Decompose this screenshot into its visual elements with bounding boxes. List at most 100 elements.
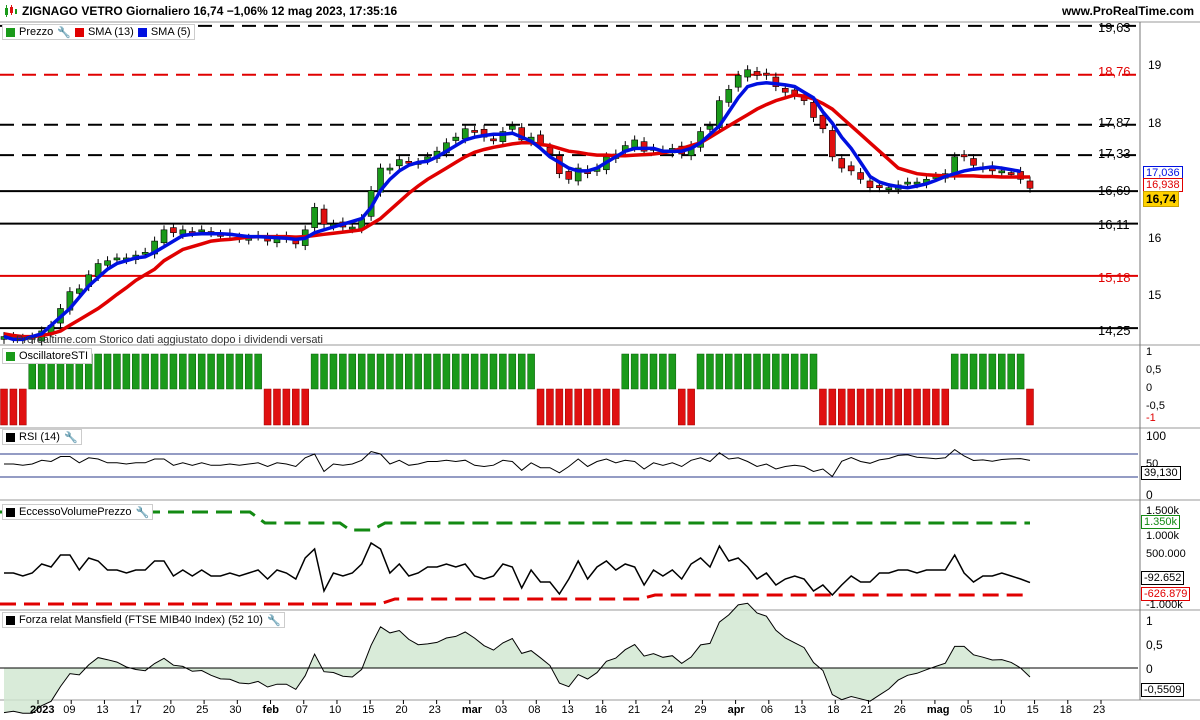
rsi-tick: 0 xyxy=(1146,488,1153,502)
candle-body xyxy=(998,170,1006,174)
legend-rsi: RSI (14) xyxy=(19,431,60,443)
sti-bar xyxy=(621,353,629,390)
sti-bar xyxy=(706,353,714,390)
candle-body xyxy=(471,130,478,133)
price-legend[interactable]: Prezzo 🔧 SMA (13) SMA (5) xyxy=(2,24,195,40)
sti-bar xyxy=(809,353,818,390)
sti-bar xyxy=(508,353,517,390)
legend-vol: EccessoVolumePrezzo xyxy=(19,506,132,518)
axis-tick: 15 xyxy=(1148,288,1162,302)
x-axis-label: 25 xyxy=(196,704,209,716)
sti-bar xyxy=(602,388,611,426)
sti-tick: 1 xyxy=(1146,346,1153,358)
sti-bar xyxy=(150,353,159,390)
x-axis-label: 2023 xyxy=(30,704,55,716)
candle-body xyxy=(113,257,121,261)
candle-body xyxy=(452,136,460,141)
candle-body xyxy=(781,87,789,93)
wrench-icon[interactable]: 🔧 xyxy=(136,506,150,519)
level-label-1669: 16,69 xyxy=(1098,183,1131,198)
sti-bar xyxy=(677,388,686,426)
candle-body xyxy=(734,75,742,88)
level-label-1787: 17,87 xyxy=(1098,115,1131,130)
vol-lower-line xyxy=(0,593,1030,606)
vol-upper-tag: 1.350k xyxy=(1141,515,1181,529)
candle-body xyxy=(198,229,205,233)
x-axis-label: 07 xyxy=(295,704,308,716)
sti-bar xyxy=(969,353,978,390)
candle-body xyxy=(461,128,469,140)
candle-body xyxy=(753,71,761,76)
candle-body xyxy=(904,181,911,185)
sti-bar xyxy=(772,353,780,390)
candle-body xyxy=(838,158,846,169)
mansfield-legend[interactable]: Forza relat Mansfield (FTSE MIB40 Index)… xyxy=(2,612,285,628)
x-axis-label: 16 xyxy=(594,704,607,716)
rsi-value-tag: 39,130 xyxy=(1141,466,1181,480)
sti-bar xyxy=(263,388,272,426)
sti-bar xyxy=(197,353,206,390)
sti-bar xyxy=(941,388,950,426)
candle-body xyxy=(348,226,356,230)
price-swatch-icon xyxy=(6,27,15,37)
vol-legend[interactable]: EccessoVolumePrezzo 🔧 xyxy=(2,504,154,520)
candle-body xyxy=(706,125,714,130)
sma13-line xyxy=(3,93,1030,339)
candle-body xyxy=(320,208,328,225)
candle-body xyxy=(970,158,977,166)
x-axis-label: apr xyxy=(727,704,745,716)
rsi-legend[interactable]: RSI (14) 🔧 xyxy=(2,429,82,445)
candle-body xyxy=(396,159,403,167)
candle-body xyxy=(744,69,751,78)
level-label-1733: 17,33 xyxy=(1098,146,1131,161)
x-axis-label: 21 xyxy=(627,704,641,716)
sti-bar xyxy=(386,353,394,390)
vol-swatch-icon xyxy=(6,507,15,517)
wrench-icon[interactable]: 🔧 xyxy=(57,26,71,39)
sti-bar xyxy=(470,353,479,390)
sti-bar xyxy=(960,353,968,390)
sti-bar xyxy=(216,353,225,390)
legend-sma13: SMA (13) xyxy=(87,26,134,38)
candle-body xyxy=(725,89,733,103)
sti-bar xyxy=(696,353,705,390)
x-axis-label: 23 xyxy=(428,704,441,716)
sti-bar xyxy=(329,353,338,390)
sti-bar xyxy=(423,353,432,390)
candle-body xyxy=(386,167,394,171)
x-axis-label: 05 xyxy=(960,704,973,716)
wrench-icon[interactable]: 🔧 xyxy=(267,614,281,627)
x-axis-label: 10 xyxy=(993,704,1006,716)
sti-bar xyxy=(235,353,244,390)
sti-bar xyxy=(612,388,620,426)
sti-legend[interactable]: OscillatoreSTI xyxy=(2,348,93,364)
sti-bar xyxy=(348,353,357,390)
sma13-swatch-icon xyxy=(74,27,84,37)
vol-upper-line xyxy=(0,510,1030,532)
candle-body xyxy=(1007,172,1015,175)
sti-bar xyxy=(527,353,535,390)
x-axis-label: 24 xyxy=(661,704,674,716)
sti-bar xyxy=(856,388,865,426)
sti-bar xyxy=(244,353,253,390)
sti-bar xyxy=(9,388,18,426)
sti-bar xyxy=(649,353,658,390)
sti-bar xyxy=(0,388,8,426)
candle-body xyxy=(829,130,836,158)
vol-tick: -1.000k xyxy=(1146,599,1183,611)
mansfield-swatch-icon xyxy=(6,615,15,625)
data-note: Prorealtime.com Storico dati aggiustato … xyxy=(16,334,323,346)
sti-bar xyxy=(837,388,846,426)
x-axis-label: 13 xyxy=(794,704,807,716)
wrench-icon[interactable]: 🔧 xyxy=(64,431,78,444)
sti-bar xyxy=(866,388,874,426)
sma13-value-tag: 16,938 xyxy=(1143,178,1183,192)
sti-swatch-icon xyxy=(6,351,15,361)
x-axis-label: 29 xyxy=(694,704,707,716)
x-axis-label: 10 xyxy=(328,704,342,716)
candle-body xyxy=(819,114,827,130)
x-axis-label: 20 xyxy=(162,704,176,716)
mansfield-tick: 0,5 xyxy=(1146,638,1163,652)
vol-tick: 500.000 xyxy=(1146,548,1186,560)
mansfield-tick: 0 xyxy=(1146,662,1153,676)
